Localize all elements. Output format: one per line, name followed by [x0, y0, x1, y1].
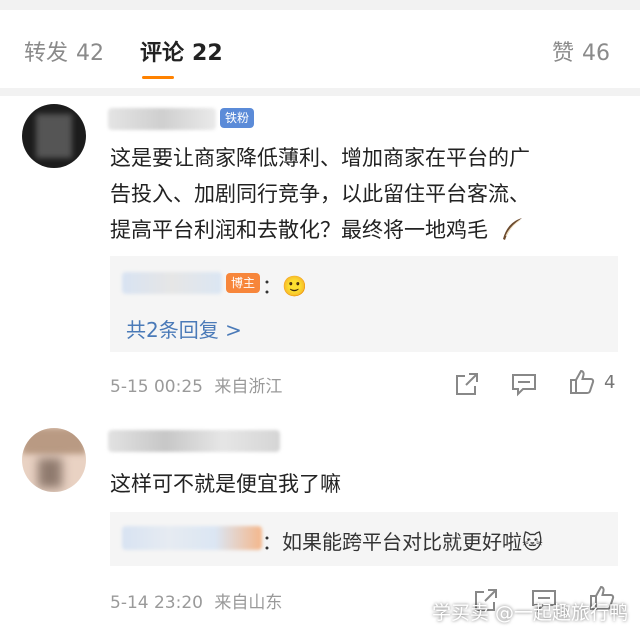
tab-comments-count: 22: [192, 41, 223, 66]
watermark: 学买卖 @一起趣旅行鸭: [431, 602, 628, 624]
reply-separator: ：: [262, 274, 282, 298]
reply-author-blurred[interactable]: [122, 526, 262, 550]
reply-box[interactable]: 博主 ：🙂 共2条回复 >: [110, 256, 618, 352]
reply-text: 如果能跨平台对比就更好啦: [282, 530, 522, 554]
active-tab-indicator: [142, 76, 174, 79]
avatar[interactable]: [22, 428, 86, 492]
tab-comments-label: 评论: [140, 41, 185, 66]
tab-repost[interactable]: 转发 42: [24, 35, 104, 67]
location: 来自山东: [214, 593, 283, 613]
avatar[interactable]: [22, 104, 86, 168]
comment-text: 这是要让商家降低薄利、增加商家在平台的广 告投入、加剧同行竞争，以此留住平台客流…: [110, 140, 530, 248]
tab-likes[interactable]: 赞 46: [552, 35, 610, 67]
tab-likes-label: 赞: [552, 41, 575, 66]
comment-text-line: 告投入、加剧同行竞争，以此留住平台客流、: [110, 182, 530, 206]
comment-icon[interactable]: [510, 370, 538, 398]
comment-meta: 5-14 23:20 来自山东: [110, 588, 282, 613]
comment-text-line: 提高平台利润和去散化？最终将一地鸡毛: [110, 218, 488, 242]
like-count: 4: [604, 372, 616, 393]
comment-meta: 5-15 00:25 来自浙江: [110, 372, 282, 397]
timestamp: 5-15 00:25: [110, 377, 203, 397]
location: 来自浙江: [214, 377, 283, 397]
reply-content: ：🙂: [262, 270, 307, 299]
comment-text-line: 这样可不就是便宜我了嘛: [110, 472, 341, 496]
section-divider: [0, 88, 640, 96]
tab-bar: 转发 42 评论 22 赞 46: [0, 10, 640, 88]
timestamp: 5-14 23:20: [110, 593, 203, 613]
reply-author-blurred[interactable]: [122, 272, 222, 294]
reply-content: ：如果能跨平台对比就更好啦🐱: [262, 526, 543, 555]
top-gap: [0, 0, 640, 10]
feather-emoji-icon: [502, 218, 522, 240]
tab-repost-count: 42: [76, 41, 105, 66]
username-blurred[interactable]: [108, 430, 280, 452]
avatar-blur: [38, 458, 62, 488]
tab-repost-label: 转发: [24, 41, 69, 66]
reply-box[interactable]: ：如果能跨平台对比就更好啦🐱: [110, 512, 618, 566]
host-badge: 博主: [226, 273, 261, 293]
slight-smile-emoji-icon: 🙂: [282, 274, 307, 298]
share-icon[interactable]: [453, 370, 481, 398]
tab-likes-count: 46: [582, 41, 611, 66]
fan-badge: 铁粉: [220, 108, 255, 128]
reply-separator: ：: [262, 530, 282, 554]
comment-text-line: 这是要让商家降低薄利、增加商家在平台的广: [110, 146, 530, 170]
avatar-blur: [36, 114, 72, 158]
cat-emoji-icon: 🐱: [522, 530, 543, 554]
like-icon[interactable]: [568, 368, 596, 396]
username-blurred[interactable]: [108, 108, 216, 130]
more-replies-link[interactable]: 共2条回复 >: [126, 314, 242, 343]
tab-comments[interactable]: 评论 22: [140, 35, 223, 67]
comment-text: 这样可不就是便宜我了嘛: [110, 466, 341, 502]
avatar-hair: [22, 428, 86, 454]
